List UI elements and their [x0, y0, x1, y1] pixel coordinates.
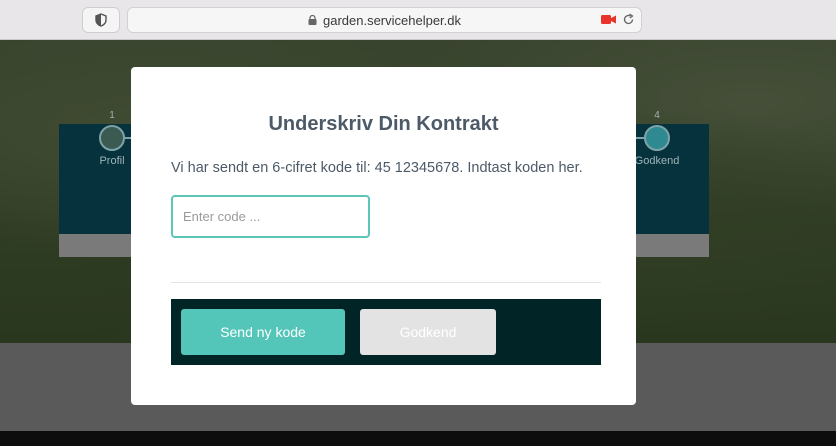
- modal-title: Underskriv Din Kontrakt: [268, 113, 499, 135]
- footer-strip: [0, 431, 836, 446]
- step-indicator: [99, 125, 125, 151]
- address-bar[interactable]: garden.servicehelper.dk: [127, 7, 642, 33]
- step-label: Godkend: [634, 155, 680, 167]
- lock-icon: [308, 15, 317, 25]
- camera-recording-icon[interactable]: [601, 14, 617, 25]
- step-godkend[interactable]: 4 Godkend: [632, 110, 682, 167]
- url-text: garden.servicehelper.dk: [322, 12, 462, 28]
- step-number: 1: [109, 110, 115, 121]
- reload-icon[interactable]: [622, 13, 635, 26]
- sign-contract-modal: Underskriv Din Kontrakt Vi har sendt en …: [131, 67, 636, 405]
- step-profil[interactable]: 1 Profil: [95, 110, 129, 167]
- code-input[interactable]: [171, 195, 370, 238]
- browser-toolbar: garden.servicehelper.dk: [0, 0, 836, 40]
- code-sent-message: Vi har sendt en 6-cifret kode til: 45 12…: [171, 160, 583, 176]
- step-number: 4: [654, 110, 660, 121]
- resend-code-button[interactable]: Send ny kode: [181, 309, 345, 355]
- shield-icon: [95, 13, 107, 27]
- privacy-shield-button[interactable]: [82, 7, 120, 33]
- modal-action-bar: Send ny kode Godkend: [171, 299, 601, 365]
- approve-button[interactable]: Godkend: [360, 309, 496, 355]
- step-indicator: [644, 125, 670, 151]
- step-label: Profil: [99, 155, 125, 167]
- modal-divider: [171, 282, 601, 283]
